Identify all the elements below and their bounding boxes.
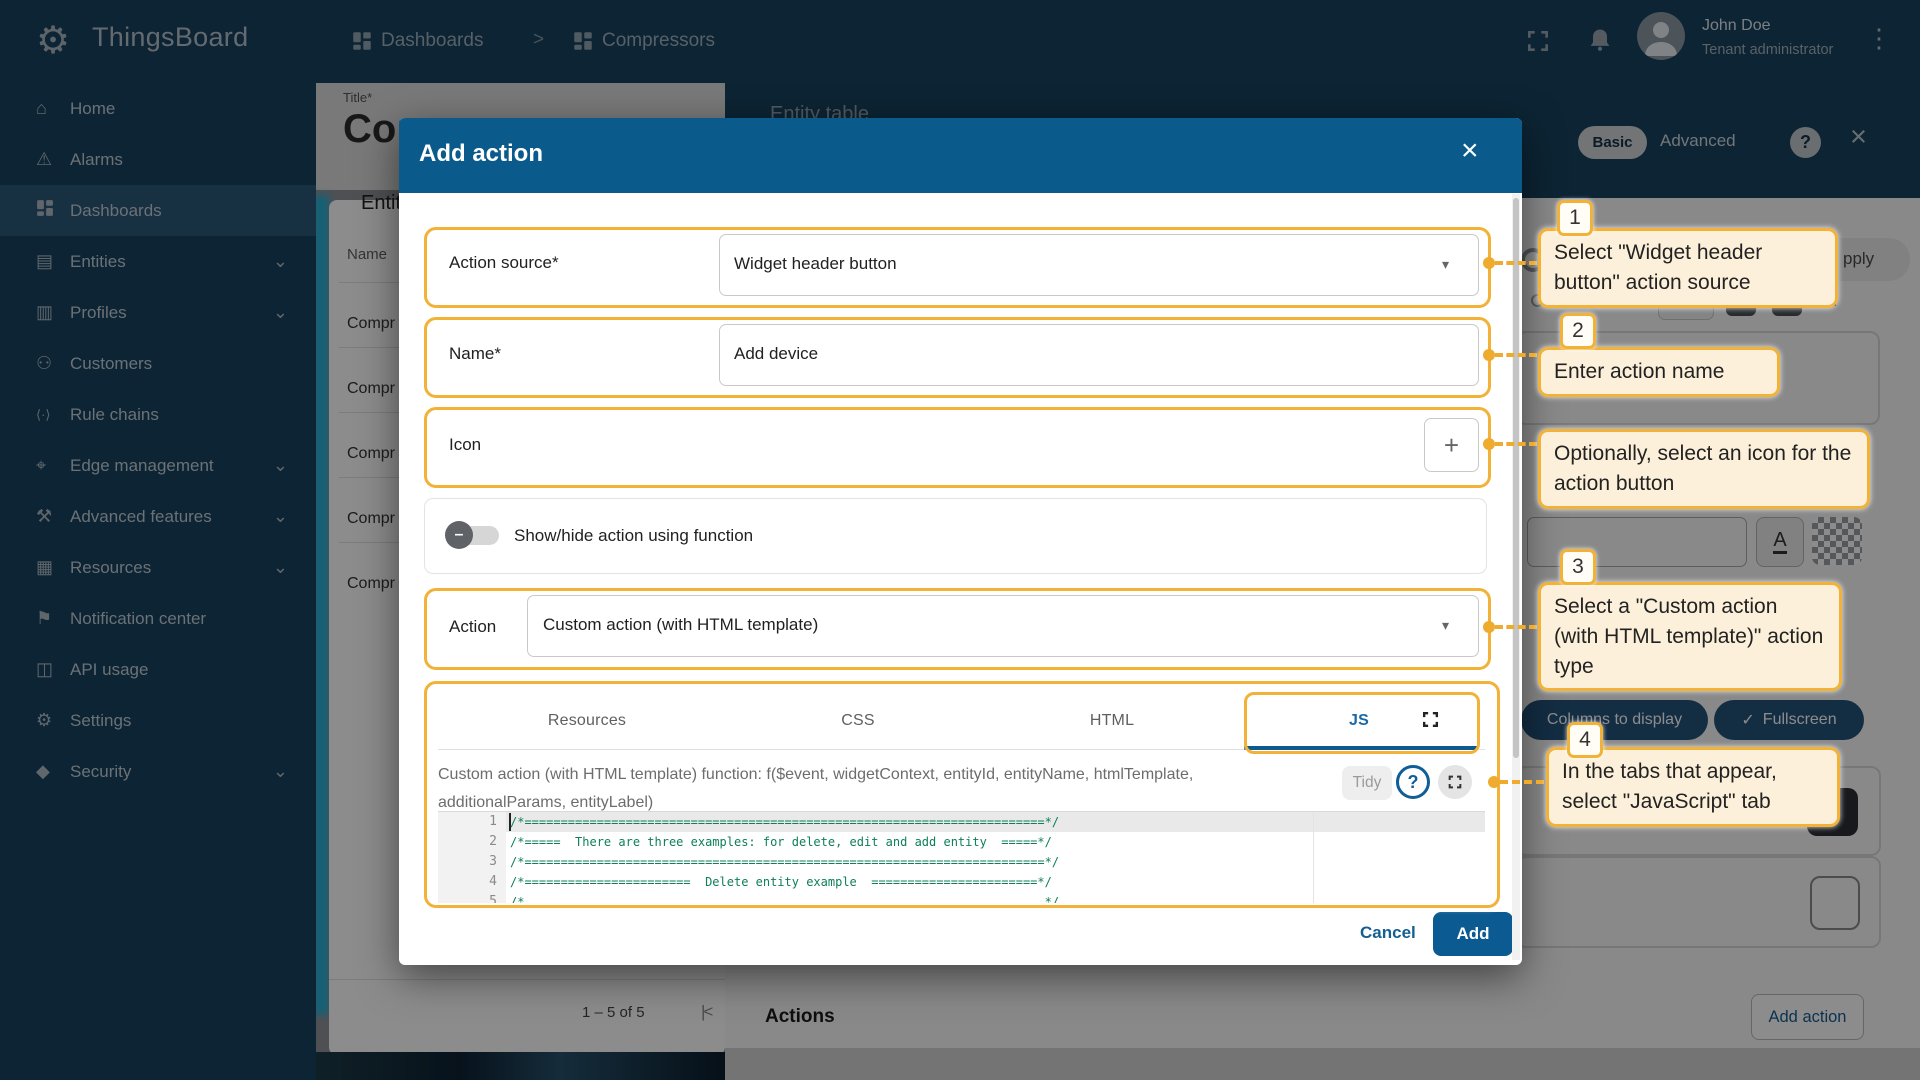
callout-text: Select "Widget header button" action sou… xyxy=(1554,241,1762,294)
callout-action-type: Select a "Custom action (with HTML templ… xyxy=(1538,582,1842,691)
dialog-title: Add action xyxy=(419,140,543,168)
connector-dash xyxy=(1495,442,1537,446)
connector-dot xyxy=(1483,621,1495,633)
step-badge: 3 xyxy=(1560,549,1596,585)
close-icon[interactable]: × xyxy=(1461,134,1479,168)
callout-text: Optionally, select an icon for the actio… xyxy=(1554,442,1851,495)
highlight-name xyxy=(424,317,1491,398)
highlight-js-tab xyxy=(1244,692,1480,754)
screen: ⚙ ThingsBoard Dashboards > Compressors J… xyxy=(0,0,1920,1080)
callout-name: Enter action name xyxy=(1538,347,1780,397)
step-badge: 1 xyxy=(1557,200,1593,236)
connector-dot xyxy=(1483,438,1495,450)
cancel-button[interactable]: Cancel xyxy=(1360,923,1416,943)
connector-dot xyxy=(1483,349,1495,361)
step-number: 2 xyxy=(1572,319,1584,343)
connector-dash xyxy=(1495,261,1537,265)
toggle-label: Show/hide action using function xyxy=(514,526,753,546)
connector-dash xyxy=(1500,780,1544,784)
step-badge: 2 xyxy=(1560,313,1596,349)
callout-text: Select a "Custom action (with HTML templ… xyxy=(1554,595,1823,678)
callout-text: In the tabs that appear, select "JavaScr… xyxy=(1562,760,1777,813)
dialog-header: Add action × xyxy=(399,118,1522,193)
connector-dot xyxy=(1488,776,1500,788)
add-button-label: Add xyxy=(1456,924,1489,944)
step-number: 1 xyxy=(1569,206,1581,230)
callout-js-tab: In the tabs that appear, select "JavaScr… xyxy=(1546,747,1840,827)
scrollbar-track[interactable] xyxy=(1512,194,1520,960)
minus-icon: – xyxy=(455,526,464,544)
toggle-knob[interactable]: – xyxy=(445,521,473,549)
scrollbar-thumb[interactable] xyxy=(1513,198,1519,758)
step-number: 3 xyxy=(1572,555,1584,579)
connector-dot xyxy=(1483,257,1495,269)
connector-dash xyxy=(1495,625,1537,629)
callout-action-source: Select "Widget header button" action sou… xyxy=(1538,228,1838,308)
step-badge: 4 xyxy=(1567,722,1603,758)
highlight-action xyxy=(424,588,1491,670)
callout-text: Enter action name xyxy=(1554,360,1724,383)
add-button[interactable]: Add xyxy=(1433,912,1513,956)
highlight-action-source xyxy=(424,227,1491,308)
highlight-icon xyxy=(424,407,1491,488)
connector-dash xyxy=(1495,353,1537,357)
step-number: 4 xyxy=(1579,728,1591,752)
callout-icon: Optionally, select an icon for the actio… xyxy=(1538,429,1870,509)
